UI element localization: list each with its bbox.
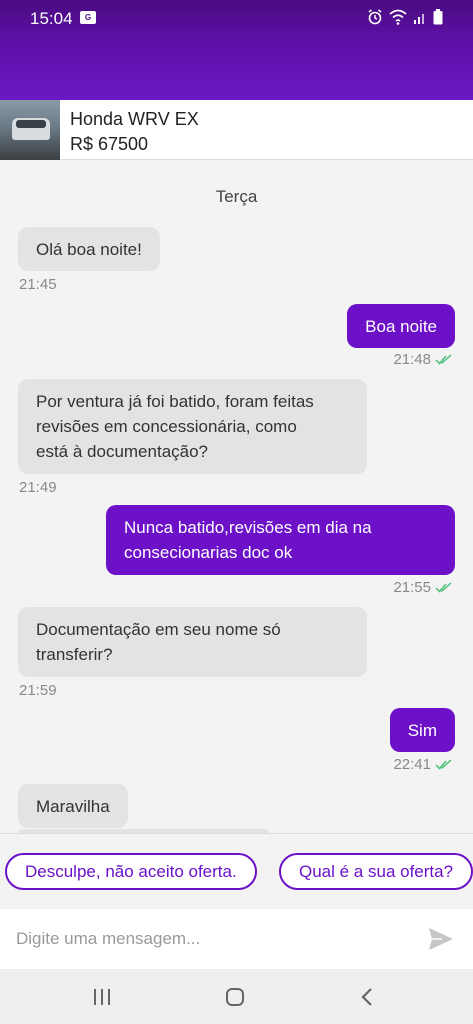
message-line: transferir? (36, 645, 113, 664)
message-line: está à documentação? (36, 442, 209, 461)
message-time: 21:48 (393, 351, 431, 368)
read-check-icon (435, 581, 452, 593)
read-check-icon (435, 758, 452, 770)
listing-title: Honda WRV EX (70, 109, 199, 129)
message-bubble-incoming[interactable]: Documentação em seu nome só transferir? (18, 607, 367, 677)
signal-icon (414, 14, 424, 24)
battery-icon (433, 9, 443, 25)
message-text: Boa noite (365, 317, 437, 336)
message-line: consecionarias doc ok (124, 543, 293, 562)
message-line: Documentação em seu nome só (36, 620, 281, 639)
car-window (16, 120, 46, 128)
message-text: Sim (407, 721, 437, 740)
message-input[interactable] (0, 909, 410, 969)
reject-offer-chip[interactable]: Desculpe, não aceito oferta. (5, 853, 257, 890)
status-time: 15:04 (30, 9, 73, 28)
message-bubble-outgoing[interactable]: Nunca batido,revisões em dia na consecio… (106, 505, 455, 575)
car-thumbnail[interactable] (0, 100, 60, 160)
alarm-icon (368, 9, 382, 25)
message-time: 21:49 (19, 479, 57, 496)
send-icon[interactable] (428, 927, 454, 951)
message-time: 22:41 (393, 756, 431, 773)
message-bubble-incoming[interactable]: Maravilha (18, 784, 128, 828)
system-nav-bar (0, 969, 473, 1024)
message-time: 21:55 (393, 579, 431, 596)
message-text: Olá boa noite! (36, 240, 142, 259)
message-line: Nunca batido,revisões em dia na (124, 518, 372, 537)
message-meta: 21:55 (393, 579, 453, 596)
listing-header[interactable]: Honda WRV EX R$ 67500 (0, 100, 473, 160)
ask-offer-chip[interactable]: Qual é a sua oferta? (279, 853, 473, 890)
listing-price: R$ 67500 (70, 134, 149, 154)
day-separator: Terça (215, 187, 258, 206)
message-bubble-incoming[interactable]: Olá boa noite! (18, 227, 160, 271)
gallery-notification-icon: G (80, 11, 96, 24)
message-bubble-outgoing[interactable]: Sim (389, 708, 455, 752)
message-meta: 21:48 (393, 351, 453, 368)
message-bubble-outgoing[interactable]: Boa noite (347, 304, 455, 348)
message-meta: 22:41 (393, 756, 453, 773)
status-icons (367, 9, 443, 25)
nav-home-icon[interactable] (225, 987, 245, 1007)
message-time: 21:59 (19, 682, 57, 699)
message-line: Por ventura já foi batido, foram feitas (36, 392, 314, 411)
wifi-icon (389, 9, 407, 25)
status-bar: 15:04 G (0, 0, 473, 100)
message-text: Maravilha (36, 797, 110, 816)
nav-recents-icon[interactable] (92, 987, 112, 1007)
message-line: revisões em concessionária, como (36, 417, 297, 436)
message-time: 21:45 (19, 276, 57, 293)
nav-back-icon[interactable] (360, 987, 374, 1007)
read-check-icon (435, 353, 452, 365)
composer (0, 909, 473, 969)
quick-replies-bar: Desculpe, não aceito oferta. Qual é a su… (0, 833, 473, 909)
message-bubble-incoming[interactable]: Por ventura já foi batido, foram feitas … (18, 379, 367, 474)
